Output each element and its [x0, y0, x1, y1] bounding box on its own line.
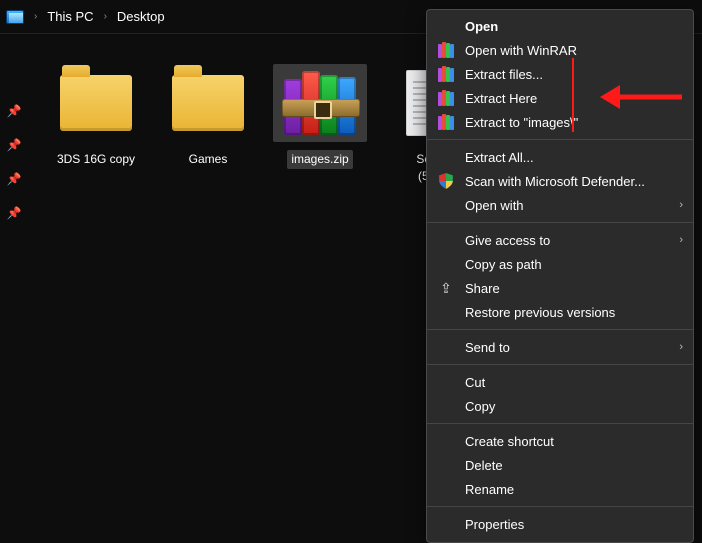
context-menu-label: Send to [465, 340, 669, 355]
blank-icon [437, 196, 455, 214]
pin-icon[interactable]: 📌 [0, 94, 28, 128]
context-menu-item[interactable]: Cut [427, 370, 693, 394]
pin-icon[interactable]: 📌 [0, 128, 28, 162]
context-menu-label: Scan with Microsoft Defender... [465, 174, 683, 189]
blank-icon [437, 231, 455, 249]
blank-icon [437, 303, 455, 321]
menu-separator [427, 506, 693, 507]
share-icon: ⇪ [437, 279, 455, 297]
winrar-icon [437, 41, 455, 59]
context-menu-item[interactable]: Copy [427, 394, 693, 418]
context-menu-label: Copy as path [465, 257, 683, 272]
folder-icon [161, 64, 255, 142]
context-menu-label: Open with WinRAR [465, 43, 683, 58]
blank-icon [437, 148, 455, 166]
blank-icon [437, 397, 455, 415]
item-label: 3DS 16G copy [57, 152, 135, 166]
context-menu-label: Restore previous versions [465, 305, 683, 320]
context-menu-label: Copy [465, 399, 683, 414]
context-menu-item[interactable]: Delete [427, 453, 693, 477]
folder-icon [49, 64, 143, 142]
context-menu-label: Give access to [465, 233, 669, 248]
blank-icon [437, 480, 455, 498]
menu-separator [427, 423, 693, 424]
blank-icon [437, 255, 455, 273]
context-menu-item[interactable]: Copy as path [427, 252, 693, 276]
chevron-right-icon: › [100, 11, 111, 22]
annotation-highlight-line [572, 58, 574, 132]
winrar-icon [437, 89, 455, 107]
context-menu-item[interactable]: Scan with Microsoft Defender... [427, 169, 693, 193]
context-menu-item[interactable]: Restore previous versions [427, 300, 693, 324]
context-menu-item[interactable]: Send to › [427, 335, 693, 359]
archive-item-selected[interactable]: images.zip [270, 64, 370, 169]
context-menu-item[interactable]: ⇪ Share [427, 276, 693, 300]
context-menu-label: Extract All... [465, 150, 683, 165]
archive-icon [273, 64, 367, 142]
context-menu-item[interactable]: Give access to › [427, 228, 693, 252]
blank-icon [437, 338, 455, 356]
context-menu-label: Extract files... [465, 67, 683, 82]
blank-icon [437, 373, 455, 391]
menu-separator [427, 139, 693, 140]
chevron-right-icon: › [679, 234, 683, 246]
context-menu-label: Extract to "images\" [465, 115, 683, 130]
folder-item[interactable]: 3DS 16G copy [46, 64, 146, 169]
context-menu-item[interactable]: Create shortcut [427, 429, 693, 453]
context-menu-label: Create shortcut [465, 434, 683, 449]
item-label: images.zip [291, 152, 348, 166]
context-menu-item[interactable]: Open with › [427, 193, 693, 217]
context-menu-item[interactable]: Open [427, 14, 693, 38]
context-menu-label: Cut [465, 375, 683, 390]
pin-icon[interactable]: 📌 [0, 162, 28, 196]
menu-separator [427, 364, 693, 365]
context-menu-item[interactable]: Rename [427, 477, 693, 501]
context-menu-label: Share [465, 281, 683, 296]
blank-icon [437, 515, 455, 533]
pin-icon[interactable]: 📌 [0, 196, 28, 230]
context-menu-label: Rename [465, 482, 683, 497]
breadcrumb-current[interactable]: Desktop [117, 9, 165, 24]
context-menu-item[interactable]: Properties [427, 512, 693, 536]
item-label: Games [189, 152, 228, 166]
blank-icon [437, 456, 455, 474]
winrar-icon [437, 113, 455, 131]
context-menu-label: Delete [465, 458, 683, 473]
folder-item[interactable]: Games [158, 64, 258, 169]
chevron-right-icon: › [30, 11, 41, 22]
breadcrumb-root[interactable]: This PC [47, 9, 93, 24]
quick-access-sidebar: 📌 📌 📌 📌 [0, 34, 28, 511]
context-menu-item[interactable]: Open with WinRAR [427, 38, 693, 62]
blank-icon [437, 432, 455, 450]
annotation-arrow [598, 82, 682, 112]
menu-separator [427, 329, 693, 330]
winrar-icon [437, 65, 455, 83]
blank-icon [437, 17, 455, 35]
context-menu-label: Open [465, 19, 683, 34]
context-menu-label: Open with [465, 198, 669, 213]
menu-separator [427, 222, 693, 223]
context-menu-item[interactable]: Extract All... [427, 145, 693, 169]
chevron-right-icon: › [679, 199, 683, 211]
context-menu-label: Properties [465, 517, 683, 532]
pc-icon [6, 10, 24, 24]
context-menu-item[interactable]: Extract to "images\" [427, 110, 693, 134]
defender-shield-icon [437, 172, 455, 190]
chevron-right-icon: › [679, 341, 683, 353]
